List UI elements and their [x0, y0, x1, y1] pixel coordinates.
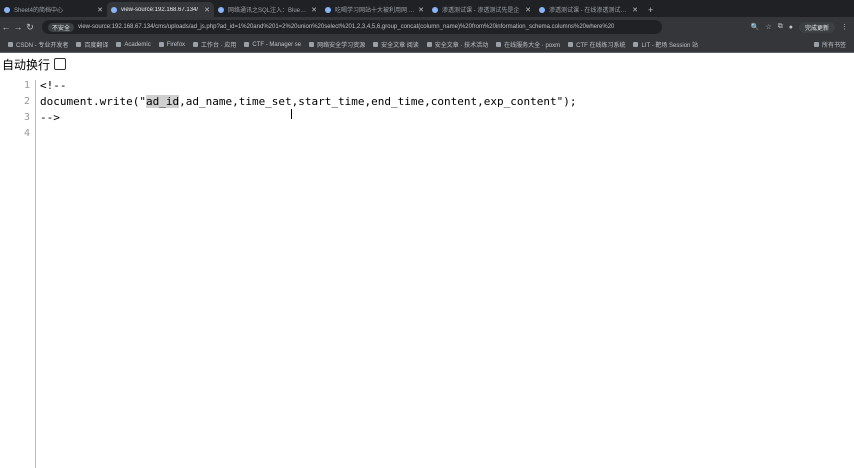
source-line-3: --> — [40, 111, 60, 124]
favicon-icon — [4, 6, 10, 13]
favicon-icon — [218, 6, 224, 13]
bookmark-label: 安全文章 · 技术活动 — [434, 43, 489, 49]
bookmark-item[interactable]: 安全文章 阅读 — [373, 40, 419, 49]
line-number: 4 — [23, 128, 30, 139]
bookmark-label: CTF - Manager se — [252, 41, 302, 48]
selected-text: ad_id — [145, 95, 180, 108]
line-wrap-toggle: 自动换行 — [2, 56, 67, 72]
bookmark-label: LIT - 靶场 Session 站 — [641, 43, 699, 49]
bookmark-label: CSDN - 专业开发者 — [16, 43, 69, 49]
favicon-icon — [111, 6, 117, 13]
bookmark-icon — [116, 42, 122, 47]
tab-2[interactable]: view-source:192.168.67.134/ ✕ — [107, 2, 214, 17]
bookmark-item[interactable]: 百度翻译 — [76, 40, 108, 49]
bookmark-item[interactable]: 工作台 · 应用 — [193, 40, 236, 49]
line-wrap-checkbox[interactable] — [54, 58, 67, 70]
source-line-2: document.write("ad_id,ad_name,time_set,s… — [40, 94, 576, 109]
line-number: 3 — [23, 112, 30, 123]
favicon-icon — [432, 6, 438, 13]
update-button[interactable]: 完成更新 — [798, 21, 835, 33]
bookmark-icon — [76, 42, 82, 47]
bookmark-item[interactable]: 安全文章 · 技术活动 — [426, 40, 489, 49]
line-wrap-label: 自动换行 — [2, 57, 51, 72]
tab-label: Sheet4的简档中心 — [14, 8, 64, 14]
close-icon[interactable]: ✕ — [632, 6, 638, 14]
bookmark-label: 所有书签 — [821, 43, 846, 49]
tab-label: 渗透测试课 - 渗透测试先是企 — [442, 8, 520, 14]
bookmark-label: 百度翻译 — [84, 43, 109, 49]
line-number: 2 — [23, 96, 30, 107]
line-number: 1 — [23, 80, 30, 91]
bookmark-item[interactable]: Firefox — [158, 41, 186, 48]
tab-3[interactable]: 网络通讯之SQL注入：Blue1Ch ✕ — [214, 2, 321, 17]
not-secure-badge[interactable]: 不安全 — [48, 22, 75, 32]
bookmark-item[interactable]: CTF - Manager se — [244, 42, 301, 48]
code-text: document.write(" — [40, 95, 146, 108]
favicon-icon — [325, 6, 331, 13]
tab-1[interactable]: Sheet4的简档中心 ✕ — [0, 2, 107, 17]
bookmark-item[interactable]: 网络安全学习资源 — [309, 40, 365, 49]
bookmark-label: 安全文章 阅读 — [381, 43, 419, 49]
bookmark-item[interactable]: CSDN - 专业开发者 — [8, 40, 68, 49]
profile-icon[interactable]: ● — [789, 24, 793, 31]
menu-icon[interactable]: ⋮ — [841, 23, 848, 31]
new-tab-button[interactable]: + — [642, 2, 659, 17]
favicon-icon — [539, 6, 545, 13]
tab-5[interactable]: 渗透测试课 - 渗透测试先是企 ✕ — [428, 2, 535, 17]
tab-label: view-source:192.168.67.134/ — [121, 6, 199, 13]
bookmark-icon — [8, 42, 13, 47]
back-icon[interactable]: ← — [0, 22, 12, 32]
star-icon[interactable]: ☆ — [765, 23, 771, 31]
bookmark-label: 工作台 · 应用 — [201, 43, 237, 49]
forward-icon[interactable]: → — [12, 22, 24, 32]
extensions-icon[interactable]: ⧉ — [778, 23, 783, 31]
bookmark-icon — [373, 42, 379, 47]
close-icon[interactable]: ✕ — [418, 6, 424, 14]
bookmark-icon — [193, 42, 199, 47]
tab-label: 网络通讯之SQL注入：Blue1Ch — [228, 8, 309, 14]
bookmark-label: 在线服务大全 · poxm — [504, 43, 561, 49]
address-toolbar: ← → ↻ 不安全 view-source:192.168.67.134/cms… — [0, 17, 854, 37]
bookmark-label: Firefox — [166, 41, 186, 48]
bookmarks-bar: CSDN - 专业开发者 百度翻译 Academic Firefox 工作台 ·… — [0, 37, 854, 53]
bookmark-label: CTF 在线练习系统 — [576, 43, 626, 49]
bookmark-icon — [158, 42, 164, 47]
tab-strip: Sheet4的简档中心 ✕ view-source:192.168.67.134/… — [0, 0, 854, 17]
close-icon[interactable]: ✕ — [204, 6, 210, 14]
tab-4[interactable]: 吃喝学习网站十大被利用网 云采访✕ — [321, 2, 428, 17]
close-icon[interactable]: ✕ — [311, 6, 317, 14]
bookmark-icon — [496, 42, 502, 47]
tab-label: 渗透测试课 - 在线渗透测试新版 — [549, 8, 630, 14]
zoom-icon[interactable]: 🔍 — [751, 23, 760, 31]
tab-label: 吃喝学习网站十大被利用网 云采访 — [335, 8, 415, 14]
bookmark-icon — [244, 42, 250, 47]
close-icon[interactable]: ✕ — [525, 6, 531, 14]
close-icon[interactable]: ✕ — [97, 6, 103, 14]
bookmark-item[interactable]: CTF 在线练习系统 — [568, 40, 625, 49]
bookmark-icon — [568, 42, 574, 47]
bookmark-icon — [426, 42, 432, 47]
bookmark-icon — [309, 42, 315, 47]
bookmark-item[interactable]: Academic — [116, 41, 151, 48]
code-text: ,ad_name,time_set,start_time,end_time,co… — [179, 95, 577, 108]
reload-icon[interactable]: ↻ — [24, 22, 36, 33]
text-cursor — [291, 109, 292, 119]
bookmark-item[interactable]: LIT - 靶场 Session 站 — [633, 40, 698, 49]
address-bar[interactable]: 不安全 view-source:192.168.67.134/cms/uploa… — [42, 20, 662, 34]
bookmark-label: 网络安全学习资源 — [317, 43, 366, 49]
line-number-gutter: 1 2 3 4 — [0, 80, 36, 468]
bookmark-icon — [633, 42, 639, 47]
bookmark-item[interactable]: 在线服务大全 · poxm — [496, 40, 560, 49]
bookmark-label: Academic — [124, 41, 151, 48]
folder-icon — [813, 42, 819, 47]
url-text: view-source:192.168.67.134/cms/uploads/a… — [78, 24, 615, 30]
source-line-1: <!-- — [40, 79, 67, 92]
tab-6[interactable]: 渗透测试课 - 在线渗透测试新版 ✕ — [535, 2, 642, 17]
all-bookmarks-button[interactable]: 所有书签 — [813, 40, 846, 49]
